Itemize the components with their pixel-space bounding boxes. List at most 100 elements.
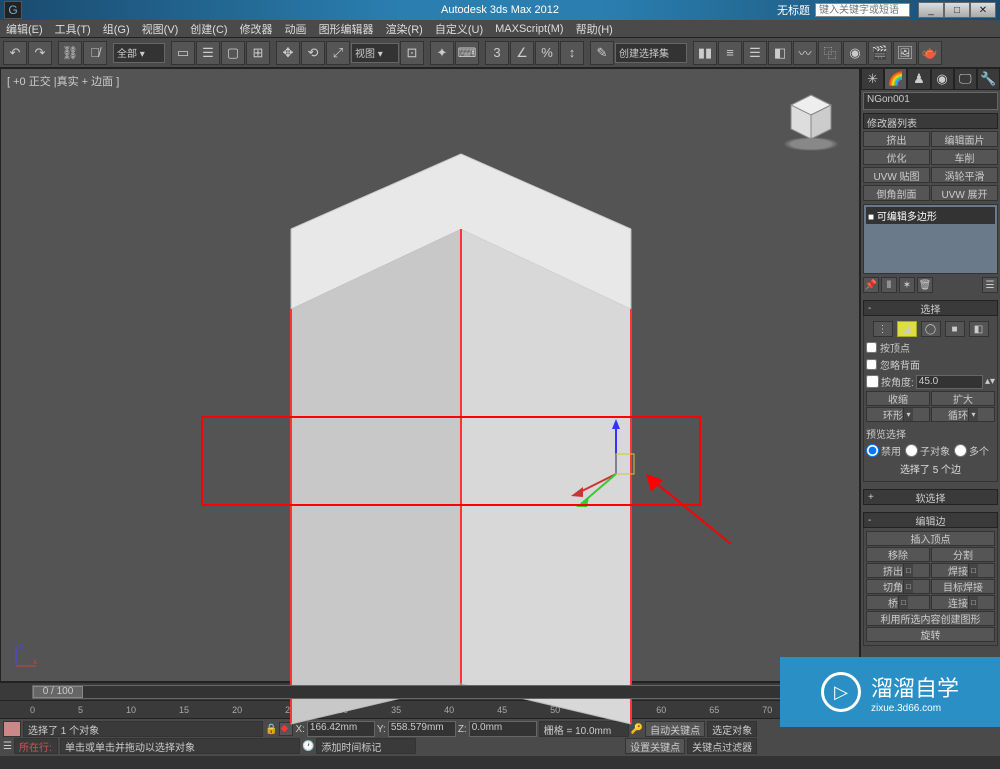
btn-insertvert[interactable]: 插入顶点 xyxy=(866,531,995,546)
percent-snap-button[interactable]: % xyxy=(535,41,559,65)
close-button[interactable]: ✕ xyxy=(970,2,996,18)
btn-uvwunwrap[interactable]: UVW 展开 xyxy=(931,185,998,201)
lock-icon[interactable]: 🔒 xyxy=(265,724,277,735)
viewcube[interactable] xyxy=(781,89,841,149)
unlink-button[interactable]: ⛓̸ xyxy=(83,41,107,65)
menu-graph[interactable]: 图形编辑器 xyxy=(313,21,380,37)
manipulate-button[interactable]: ✦ xyxy=(430,41,454,65)
btn-bridge[interactable]: 桥□ xyxy=(866,595,930,610)
link-button[interactable]: ⛓ xyxy=(58,41,82,65)
btn-grow[interactable]: 扩大 xyxy=(931,391,995,406)
script-rec-icon[interactable] xyxy=(3,721,21,737)
remove-mod-icon[interactable]: 🗑 xyxy=(917,277,933,293)
btn-uvwmap[interactable]: UVW 贴图 xyxy=(863,167,930,183)
maximize-button[interactable]: □ xyxy=(944,2,970,18)
radio-preview-sub[interactable] xyxy=(905,444,918,457)
window-crossing-button[interactable]: ⊞ xyxy=(246,41,270,65)
btn-editpatch[interactable]: 编辑面片 xyxy=(931,131,998,147)
unique-icon[interactable]: ✶ xyxy=(899,277,915,293)
minimize-button[interactable]: _ xyxy=(918,2,944,18)
selection-filter[interactable]: 全部 ▾ xyxy=(113,43,165,63)
btn-lathe[interactable]: 车削 xyxy=(931,149,998,165)
btn-optimize[interactable]: 优化 xyxy=(863,149,930,165)
configure-icon[interactable]: ☰ xyxy=(982,277,998,293)
snap-button[interactable]: 3 xyxy=(485,41,509,65)
add-timetag[interactable]: 添加时间标记 xyxy=(316,738,416,754)
display-tab-icon[interactable]: 🖵 xyxy=(954,68,977,90)
curve-editor-button[interactable]: 〰 xyxy=(793,41,817,65)
rotate-button[interactable]: ⟲ xyxy=(301,41,325,65)
hierarchy-tab-icon[interactable]: ♟ xyxy=(907,68,930,90)
rollout-selection[interactable]: -选择 xyxy=(863,300,998,316)
motion-tab-icon[interactable]: ◉ xyxy=(931,68,954,90)
subobj-poly-icon[interactable]: ■ xyxy=(945,321,965,337)
rollout-softsel[interactable]: +软选择 xyxy=(863,489,998,505)
subobj-element-icon[interactable]: ◧ xyxy=(969,321,989,337)
subobj-border-icon[interactable]: ◯ xyxy=(921,321,941,337)
select-name-button[interactable]: ☰ xyxy=(196,41,220,65)
menu-tools[interactable]: 工具(T) xyxy=(49,21,97,37)
viewport[interactable]: [ +0 正交 |真实 + 边面 ] xyxy=(0,68,860,682)
menu-modifiers[interactable]: 修改器 xyxy=(234,21,279,37)
spinner-snap-button[interactable]: ↕ xyxy=(560,41,584,65)
menu-animation[interactable]: 动画 xyxy=(279,21,313,37)
graphite-button[interactable]: ◧ xyxy=(768,41,792,65)
refcoord-dropdown[interactable]: 视图 ▾ xyxy=(351,43,399,63)
select-button[interactable]: ▭ xyxy=(171,41,195,65)
layer-button[interactable]: ☰ xyxy=(743,41,767,65)
btn-connect[interactable]: 连接□ xyxy=(931,595,995,610)
keyfilter-button[interactable]: 关键点过滤器 xyxy=(687,738,757,754)
modify-tab-icon[interactable]: 🌈 xyxy=(884,68,907,90)
btn-remove[interactable]: 移除 xyxy=(866,547,930,562)
script-open-icon[interactable]: ☰ xyxy=(3,741,12,752)
render-fb-button[interactable]: 🖼 xyxy=(893,41,917,65)
spinner-arrows-icon[interactable]: ▴▾ xyxy=(985,376,995,387)
menu-group[interactable]: 组(G) xyxy=(97,21,136,37)
angle-spinner[interactable]: 45.0 xyxy=(916,375,983,389)
menu-render[interactable]: 渲染(R) xyxy=(380,21,429,37)
render-setup-button[interactable]: 🎬 xyxy=(868,41,892,65)
menu-help[interactable]: 帮助(H) xyxy=(570,21,619,37)
create-tab-icon[interactable]: ✳ xyxy=(861,68,884,90)
btn-shrink[interactable]: 收缩 xyxy=(866,391,930,406)
render-button[interactable]: 🫖 xyxy=(918,41,942,65)
schematic-button[interactable]: ⿻ xyxy=(818,41,842,65)
time-thumb[interactable]: 0 / 100 xyxy=(33,686,83,698)
show-end-icon[interactable]: Ⅱ xyxy=(881,277,897,293)
align-button[interactable]: ≡ xyxy=(718,41,742,65)
btn-bevelprofile[interactable]: 倒角剖面 xyxy=(863,185,930,201)
menu-customize[interactable]: 自定义(U) xyxy=(429,21,489,37)
subobj-edge-icon[interactable]: ◢ xyxy=(897,321,917,337)
viewport-label[interactable]: [ +0 正交 |真实 + 边面 ] xyxy=(7,73,119,89)
btn-loop[interactable]: 循环▾ xyxy=(931,407,995,422)
stack-item-editpoly[interactable]: ■ 可编辑多边形 xyxy=(866,207,995,224)
btn-targetweld[interactable]: 目标焊接 xyxy=(931,579,995,594)
rollout-editedge[interactable]: -编辑边 xyxy=(863,512,998,528)
chk-ignore-backface[interactable] xyxy=(866,359,877,370)
utilities-tab-icon[interactable]: 🔧 xyxy=(977,68,1000,90)
chk-by-vertex[interactable] xyxy=(866,342,877,353)
menu-view[interactable]: 视图(V) xyxy=(136,21,185,37)
key-selset[interactable]: 选定对象 xyxy=(707,721,757,737)
search-input[interactable] xyxy=(815,3,910,17)
modifier-stack[interactable]: ■ 可编辑多边形 xyxy=(863,204,998,274)
chk-by-angle[interactable] xyxy=(866,375,879,388)
modifier-list[interactable]: 修改器列表 xyxy=(863,113,998,129)
app-icon[interactable]: G xyxy=(4,1,22,19)
named-selection[interactable]: 创建选择集 xyxy=(615,43,687,63)
btn-split[interactable]: 分割 xyxy=(931,547,995,562)
autokey-button[interactable]: 自动关键点 xyxy=(645,721,705,737)
menu-edit[interactable]: 编辑(E) xyxy=(0,21,49,37)
btn-extrude[interactable]: 挤出 xyxy=(863,131,930,147)
timetag-icon[interactable]: 🕐 xyxy=(302,741,314,752)
pin-stack-icon[interactable]: 📌 xyxy=(863,277,879,293)
material-button[interactable]: ◉ xyxy=(843,41,867,65)
object-name-field[interactable]: NGon001 xyxy=(863,92,998,110)
keymode-button[interactable]: ⌨ xyxy=(455,41,479,65)
undo-button[interactable]: ↶ xyxy=(3,41,27,65)
radio-preview-multi[interactable] xyxy=(954,444,967,457)
btn-weld[interactable]: 焊接□ xyxy=(931,563,995,578)
btn-chamfer[interactable]: 切角□ xyxy=(866,579,930,594)
btn-turbosmooth[interactable]: 涡轮平滑 xyxy=(931,167,998,183)
scale-button[interactable]: ⤢ xyxy=(326,41,350,65)
